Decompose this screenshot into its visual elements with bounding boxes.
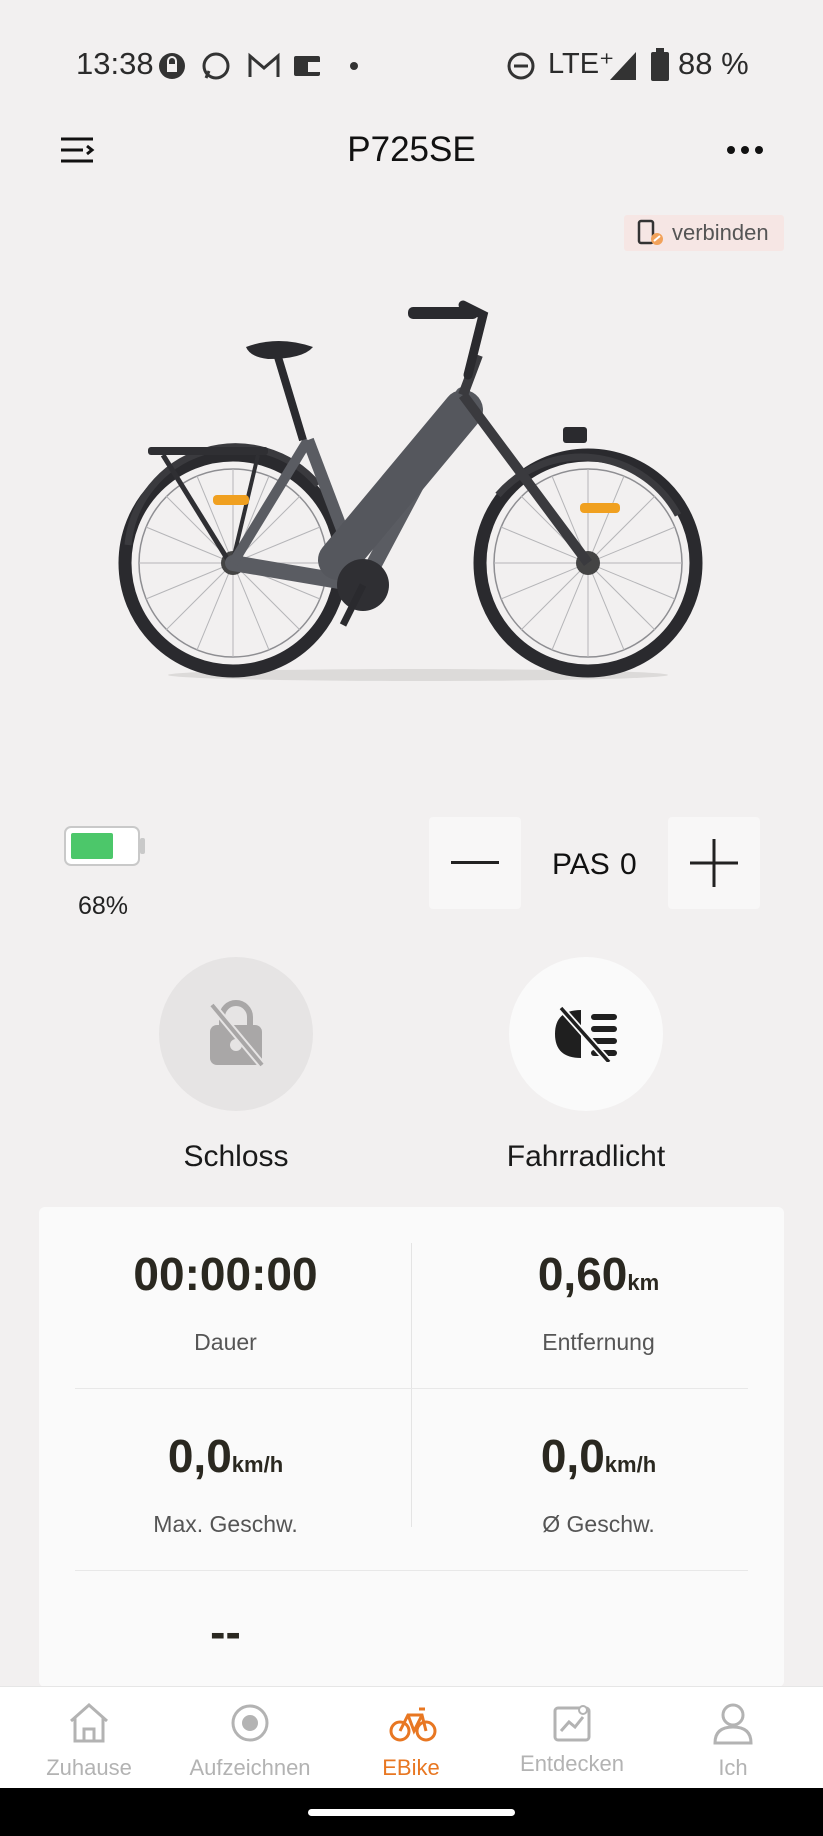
lock-label: Schloss [183, 1140, 289, 1173]
avg-speed-label: Ø Geschw. [542, 1511, 655, 1537]
extra-stat-value: -- [39, 1605, 412, 1659]
nav-label-ebike: EBike [382, 1755, 440, 1780]
phone-link-icon [637, 219, 663, 245]
max-speed-label: Max. Geschw. [153, 1511, 298, 1537]
light-button[interactable] [509, 957, 663, 1111]
nav-label-record: Aufzeichnen [189, 1755, 311, 1780]
max-speed-unit: km/h [231, 1452, 284, 1477]
pas-increase-button[interactable] [668, 817, 760, 909]
bike-icon [389, 1707, 437, 1742]
connect-label: verbinden [672, 220, 769, 245]
nav-item-profile[interactable]: Ich [651, 1687, 815, 1789]
lock-off-icon [208, 1000, 266, 1068]
profile-icon [713, 1703, 753, 1745]
nav-item-record[interactable]: Aufzeichnen [168, 1687, 332, 1789]
more-options-button[interactable] [720, 128, 770, 172]
pas-decrease-button[interactable] [429, 817, 521, 909]
battery-percent: 68% [78, 892, 129, 920]
plus-icon [690, 839, 738, 887]
home-icon [70, 1702, 108, 1743]
record-icon [231, 1704, 269, 1742]
nav-item-discover[interactable]: Entdecken [490, 1687, 654, 1789]
distance-value: 0,60km [412, 1247, 784, 1301]
avg-speed-unit: km/h [604, 1452, 657, 1477]
stats-divider [75, 1388, 748, 1389]
pas-label: PAS [552, 848, 610, 881]
notification-icons [159, 52, 358, 80]
ride-stats-card: 00:00:00 Dauer 0,60km Entfernung 0,0km/h… [39, 1207, 784, 1687]
distance-unit: km [627, 1270, 660, 1295]
pas-value: 0 [620, 848, 637, 881]
discover-icon [553, 1705, 591, 1742]
lock-button[interactable] [159, 957, 313, 1111]
light-off-icon [555, 1006, 617, 1062]
max-speed-value: 0,0km/h [39, 1429, 412, 1483]
signal-icon [610, 52, 636, 80]
max-speed-number: 0,0 [167, 1430, 232, 1482]
battery-icon [64, 826, 145, 866]
do-not-disturb-icon [507, 52, 535, 80]
distance-label: Entfernung [542, 1329, 655, 1355]
page-title: P725SE [347, 130, 476, 169]
nav-label-profile: Ich [718, 1755, 748, 1780]
extra-stat-number: -- [210, 1606, 241, 1658]
status-time: 13:38 [76, 46, 154, 81]
duration-number: 00:00:00 [133, 1248, 318, 1300]
status-bar: 13:38 LTE⁺ 88 % [0, 0, 823, 110]
nav-item-ebike[interactable]: EBike [329, 1687, 493, 1789]
battery-status-percent: 88 % [678, 46, 749, 81]
avg-speed-value: 0,0km/h [412, 1429, 784, 1483]
avg-speed-number: 0,0 [540, 1430, 605, 1482]
distance-number: 0,60 [537, 1248, 628, 1300]
more-icon [727, 146, 763, 154]
battery-status-icon [651, 48, 669, 81]
nav-label-home: Zuhause [46, 1755, 132, 1780]
home-indicator[interactable] [308, 1809, 515, 1816]
network-type: LTE⁺ [548, 48, 615, 80]
minus-icon [451, 861, 499, 864]
nav-item-home[interactable]: Zuhause [7, 1687, 171, 1789]
duration-value: 00:00:00 [39, 1247, 412, 1301]
nav-label-discover: Entdecken [520, 1751, 624, 1776]
bottom-nav: Zuhause Aufzeichnen EBike Entdecken Ich [0, 1686, 823, 1789]
duration-label: Dauer [194, 1329, 257, 1355]
stats-divider [75, 1570, 748, 1571]
ebike-image [118, 300, 703, 681]
light-label: Fahrradlicht [506, 1140, 666, 1173]
connect-button[interactable]: verbinden [624, 215, 784, 251]
